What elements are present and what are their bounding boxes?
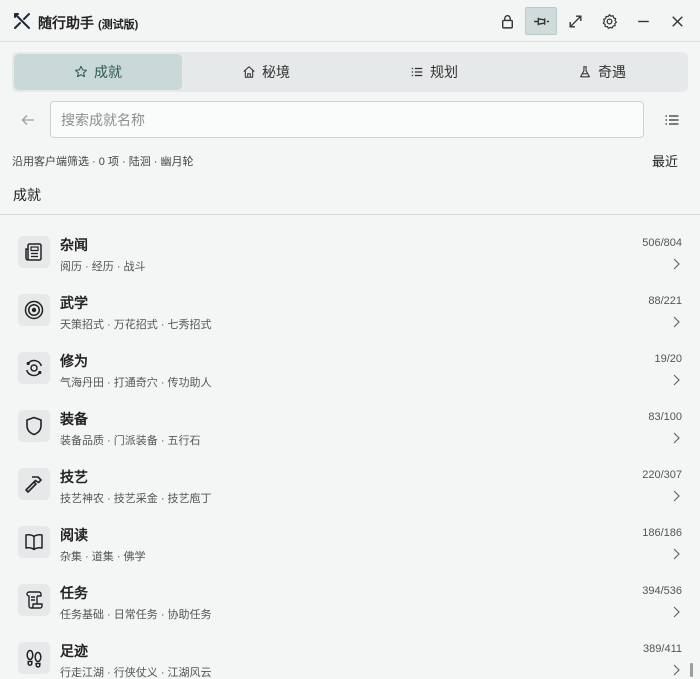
list-item[interactable]: 修为 气海丹田 · 打通奇穴 · 传功助人 19/20: [0, 338, 700, 396]
item-progress: 88/221: [648, 295, 682, 307]
item-subtitle: 杂集 · 道集 · 佛学: [60, 551, 146, 563]
pin-button[interactable]: [525, 7, 557, 35]
title-bar: 随行助手 (测试版): [0, 0, 700, 42]
tab-dungeons[interactable]: 秘境: [182, 54, 350, 90]
item-subtitle: 天策招式 · 万花招式 · 七秀招式: [60, 319, 212, 331]
item-progress: 83/100: [648, 411, 682, 423]
app-name-text: 随行助手: [38, 15, 94, 31]
expand-button[interactable]: [559, 7, 591, 35]
item-title: 装备: [60, 411, 88, 427]
chevron-right-icon: [673, 316, 680, 328]
item-progress: 394/536: [642, 585, 682, 597]
list-item[interactable]: 任务 任务基础 · 日常任务 · 协助任务 394/536: [0, 570, 700, 628]
item-progress: 506/804: [642, 237, 682, 249]
list-icon: [411, 67, 423, 77]
tab-adventures[interactable]: 奇遇: [518, 54, 686, 90]
item-title: 任务: [60, 585, 88, 601]
flask-icon: [580, 66, 590, 78]
search-input[interactable]: [50, 101, 644, 138]
chevron-right-icon: [673, 432, 680, 444]
chevron-right-icon: [673, 606, 680, 618]
scroll-icon: [18, 584, 50, 616]
pin-icon: [533, 17, 549, 25]
list-item[interactable]: 技艺 技艺神农 · 技艺采金 · 技艺庖丁 220/307: [0, 454, 700, 512]
scrollbar-thumb[interactable]: [690, 663, 693, 677]
chevron-right-icon: [673, 664, 680, 676]
book-icon: [18, 526, 50, 558]
tab-achievements[interactable]: 成就: [14, 54, 182, 90]
target-icon: [18, 294, 50, 326]
list-item[interactable]: 阅读 杂集 · 道集 · 佛学 186/186: [0, 512, 700, 570]
item-title: 足迹: [60, 643, 88, 659]
tab-label: 成就: [94, 64, 122, 80]
item-title: 技艺: [60, 469, 88, 485]
item-title: 杂闻: [60, 237, 88, 253]
item-title: 阅读: [60, 527, 88, 543]
chevron-right-icon: [673, 258, 680, 270]
crossed-swords-icon: [14, 13, 30, 29]
newspaper-icon: [18, 236, 50, 268]
item-subtitle: 技艺神农 · 技艺采金 · 技艺庖丁: [60, 493, 212, 505]
item-progress: 389/411: [643, 643, 682, 655]
list-item[interactable]: 足迹 行走江湖 · 行侠仗义 · 江湖风云 389/411: [0, 628, 700, 679]
filter-summary: 沿用客户端筛选 · 0 项 · 陆洄 · 幽月轮: [12, 156, 194, 168]
tab-label: 奇遇: [598, 64, 626, 80]
list-item[interactable]: 武学 天策招式 · 万花招式 · 七秀招式 88/221: [0, 280, 700, 338]
hammer-icon: [18, 468, 50, 500]
minimize-icon: [637, 20, 649, 22]
lock-icon: [501, 14, 513, 29]
close-icon: [671, 15, 683, 27]
chevron-right-icon: [673, 374, 680, 386]
item-subtitle: 任务基础 · 日常任务 · 协助任务: [60, 609, 212, 621]
list-item[interactable]: 装备 装备品质 · 门派装备 · 五行石 83/100: [0, 396, 700, 454]
tab-planning[interactable]: 规划: [350, 54, 518, 90]
list-view-icon: [665, 115, 679, 125]
sort-button[interactable]: 最近: [652, 151, 678, 170]
settings-button[interactable]: [593, 7, 625, 35]
item-subtitle: 行走江湖 · 行侠仗义 · 江湖风云: [60, 667, 212, 679]
arrow-left-icon: [21, 115, 34, 125]
orbit-icon: [18, 352, 50, 384]
item-subtitle: 装备品质 · 门派装备 · 五行石: [60, 435, 201, 447]
list-view-button[interactable]: [660, 108, 684, 132]
star-icon: [74, 65, 88, 78]
main-tabs: 成就 秘境 规划 奇遇: [12, 52, 688, 92]
expand-icon: [568, 14, 582, 28]
item-progress: 220/307: [642, 469, 682, 481]
achievement-list: 杂闻 阅历 · 经历 · 战斗 506/804 武学 天策招式 · 万花招式 ·…: [0, 222, 700, 679]
list-item[interactable]: 杂闻 阅历 · 经历 · 战斗 506/804: [0, 222, 700, 280]
chevron-right-icon: [673, 490, 680, 502]
item-title: 修为: [60, 353, 88, 369]
footprints-icon: [18, 642, 50, 674]
minimize-button[interactable]: [627, 7, 659, 35]
tab-label: 规划: [430, 64, 458, 80]
lock-button[interactable]: [491, 7, 523, 35]
item-progress: 19/20: [654, 353, 682, 365]
shield-icon: [18, 410, 50, 442]
item-title: 武学: [60, 295, 88, 311]
item-subtitle: 阅历 · 经历 · 战斗: [60, 261, 146, 273]
section-title: 成就: [13, 187, 41, 203]
app-title: 随行助手 (测试版): [38, 13, 138, 33]
tab-label: 秘境: [262, 64, 290, 80]
chevron-right-icon: [673, 548, 680, 560]
home-icon: [243, 66, 255, 78]
item-progress: 186/186: [642, 527, 682, 539]
item-subtitle: 气海丹田 · 打通奇穴 · 传功助人: [60, 377, 212, 389]
app-edition-text: (测试版): [98, 19, 139, 31]
close-button[interactable]: [661, 7, 693, 35]
divider: [0, 214, 700, 215]
back-button[interactable]: [16, 108, 40, 132]
gear-icon: [602, 13, 617, 29]
